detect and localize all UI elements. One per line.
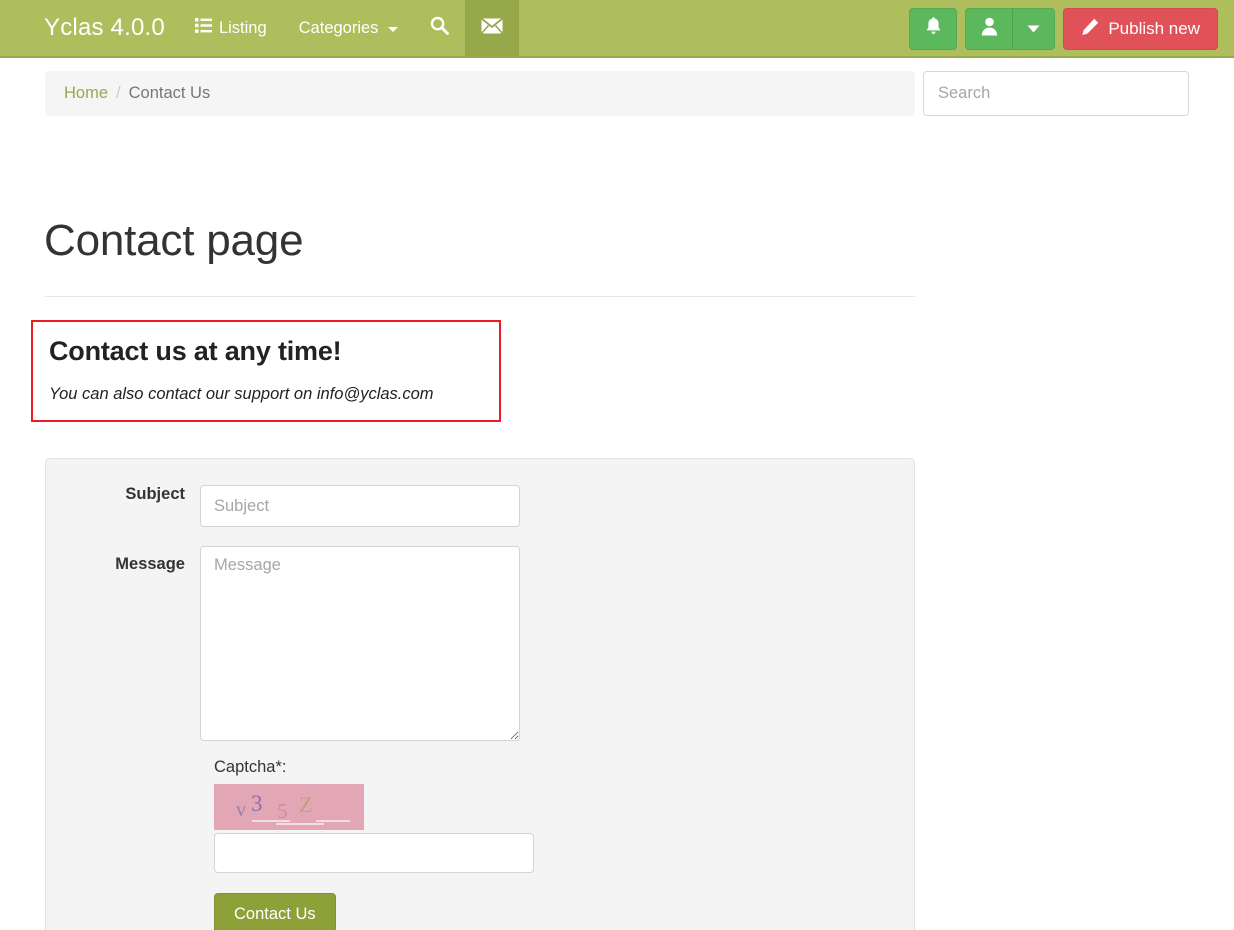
account-button-group (965, 8, 1056, 50)
pencil-icon (1081, 18, 1099, 41)
account-button[interactable] (965, 8, 1014, 50)
search-input[interactable] (923, 71, 1189, 116)
captcha-noise-line (252, 820, 290, 822)
publish-new-label: Publish new (1108, 19, 1200, 38)
navbar-right-group: Publish new (909, 0, 1218, 58)
nav-item-categories[interactable]: Categories (283, 0, 415, 56)
captcha-input[interactable] (214, 833, 534, 873)
brand-logo[interactable]: Yclas 4.0.0 (44, 0, 179, 56)
captcha-char: v (236, 799, 246, 821)
bell-icon (925, 17, 942, 41)
submit-contact-button[interactable]: Contact Us (214, 893, 336, 930)
message-label: Message (115, 555, 185, 573)
breadcrumb-item-home[interactable]: Home (64, 84, 108, 103)
list-icon (194, 18, 212, 38)
form-row-message: Message (45, 546, 520, 741)
captcha-noise-line (316, 820, 350, 822)
captcha-label: Captcha*: (214, 758, 287, 776)
user-icon (981, 17, 998, 41)
subject-input[interactable] (200, 485, 520, 527)
page-title: Contact page (44, 216, 304, 265)
title-divider (45, 296, 915, 297)
contact-notice-box: Contact us at any time! You can also con… (31, 320, 501, 422)
notifications-button[interactable] (909, 8, 958, 50)
chevron-down-icon (388, 27, 399, 32)
nav-item-label: Listing (218, 18, 267, 37)
notice-text: You can also contact our support on info… (49, 385, 434, 403)
brand-label: Yclas 4.0.0 (44, 14, 165, 41)
captcha-char: Z (299, 792, 313, 817)
message-textarea[interactable] (200, 546, 520, 741)
breadcrumb-separator: / (116, 84, 121, 102)
envelope-icon (481, 17, 504, 39)
subject-label: Subject (125, 485, 185, 503)
nav-item-listing[interactable]: Listing (179, 0, 283, 56)
nav-item-label: Categories (298, 18, 379, 37)
nav-item-search[interactable] (414, 0, 465, 56)
publish-new-button[interactable]: Publish new (1063, 8, 1218, 50)
search-icon (430, 16, 450, 40)
form-row-subject: Subject (45, 485, 520, 527)
notice-heading: Contact us at any time! (49, 336, 342, 366)
top-navbar: Yclas 4.0.0 Listing Categories Publish n… (0, 0, 1234, 58)
navbar-left-group: Yclas 4.0.0 Listing Categories (0, 0, 520, 56)
breadcrumb-item-current: Contact Us (128, 84, 211, 102)
captcha-noise-line (276, 823, 324, 825)
captcha-char: 3 (251, 791, 263, 816)
caret-down-icon (1027, 20, 1040, 38)
captcha-image: v 3 5 Z (214, 784, 364, 830)
nav-item-messages[interactable] (465, 0, 520, 56)
account-dropdown-toggle[interactable] (1013, 8, 1056, 50)
breadcrumb: Home / Contact Us (45, 71, 915, 116)
